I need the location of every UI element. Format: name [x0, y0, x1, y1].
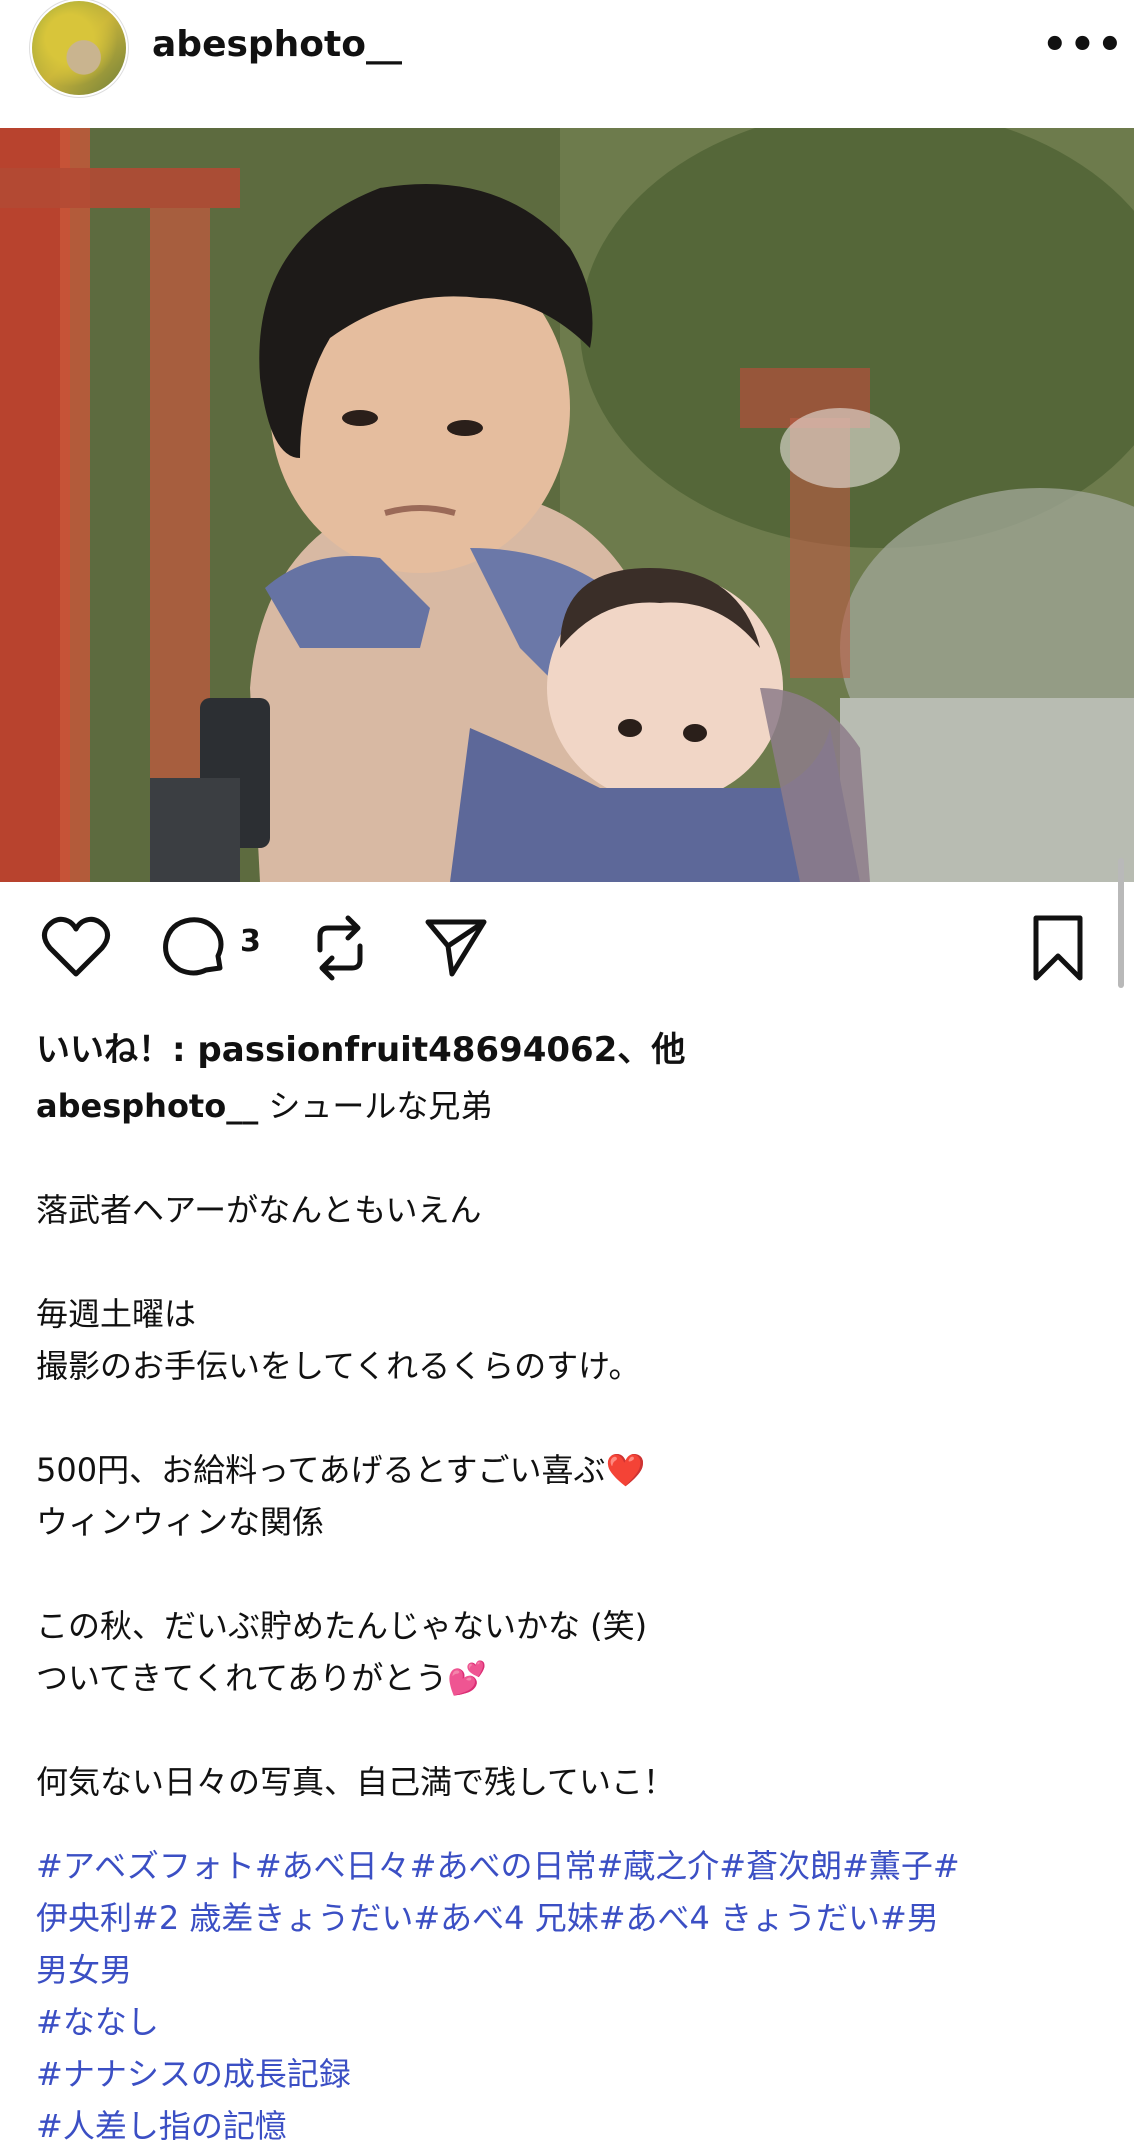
- avatar[interactable]: [32, 1, 126, 95]
- hashtag-line[interactable]: #ナナシスの成長記録: [36, 2048, 1116, 2100]
- caption-line: [36, 1704, 1106, 1756]
- hashtag-line[interactable]: 伊央利#2 歳差きょうだい#あべ4 兄妹#あべ4 きょうだい#男: [36, 1892, 1116, 1944]
- send-icon[interactable]: [424, 916, 488, 980]
- bookmark-icon[interactable]: [1030, 914, 1086, 984]
- heart-icon[interactable]: [40, 916, 112, 980]
- hashtags: #アベズフォト#あべ日々#あべの日常#蔵之介#蒼次朗#薫子# 伊央利#2 歳差き…: [36, 1840, 1116, 2152]
- caption-line: 毎週土曜は: [36, 1295, 197, 1333]
- hashtag-line[interactable]: #人差し指の記憶: [36, 2100, 1116, 2152]
- caption-line: この秋、だいぶ貯めたんじゃないかな (笑): [36, 1607, 648, 1645]
- comment-icon[interactable]: [160, 916, 226, 980]
- caption-first-line: abesphoto__ シュールな兄弟: [36, 1080, 1106, 1132]
- caption-line: 落武者ヘアーがなんともいえん: [36, 1191, 482, 1229]
- hashtag-line[interactable]: #ななし: [36, 1996, 1116, 2048]
- caption-line: [36, 1548, 1106, 1600]
- more-dots-icon[interactable]: •••: [1042, 25, 1125, 65]
- comment-count: 3: [240, 924, 261, 959]
- post-header: abesphoto__ •••: [0, 0, 1134, 128]
- caption-username[interactable]: abesphoto__: [36, 1087, 258, 1125]
- caption-line: 撮影のお手伝いをしてくれるくらのすけ。: [36, 1347, 641, 1385]
- post-caption: abesphoto__ シュールな兄弟 落武者ヘアーがなんともいえん 毎週土曜は…: [36, 1080, 1106, 1808]
- caption-line: [36, 1392, 1106, 1444]
- caption-line: ついてきてくれてありがとう💕: [36, 1659, 488, 1697]
- likes-text[interactable]: いいね！: passionfruit48694062、他: [36, 1022, 685, 1071]
- post-username[interactable]: abesphoto__: [152, 24, 402, 65]
- repost-icon[interactable]: [310, 914, 370, 982]
- caption-line: 500円、お給料ってあげるとすごい喜ぶ❤️: [36, 1451, 646, 1489]
- post-photo[interactable]: [0, 128, 1134, 882]
- caption-gap: [36, 1132, 1106, 1184]
- scrollbar[interactable]: [1118, 858, 1124, 988]
- caption-line: ウィンウィンな関係: [36, 1503, 325, 1541]
- action-bar: 3: [0, 910, 1134, 990]
- hashtag-line[interactable]: 男女男: [36, 1944, 1116, 1996]
- photo-illustration: [0, 128, 1134, 882]
- caption-line: 何気ない日々の写真、自己満で残していこ！: [36, 1763, 676, 1801]
- hashtag-line[interactable]: #アベズフォト#あべ日々#あべの日常#蔵之介#蒼次朗#薫子#: [36, 1840, 1116, 1892]
- caption-line: [36, 1236, 1106, 1288]
- caption-first-text: シュールな兄弟: [268, 1087, 493, 1125]
